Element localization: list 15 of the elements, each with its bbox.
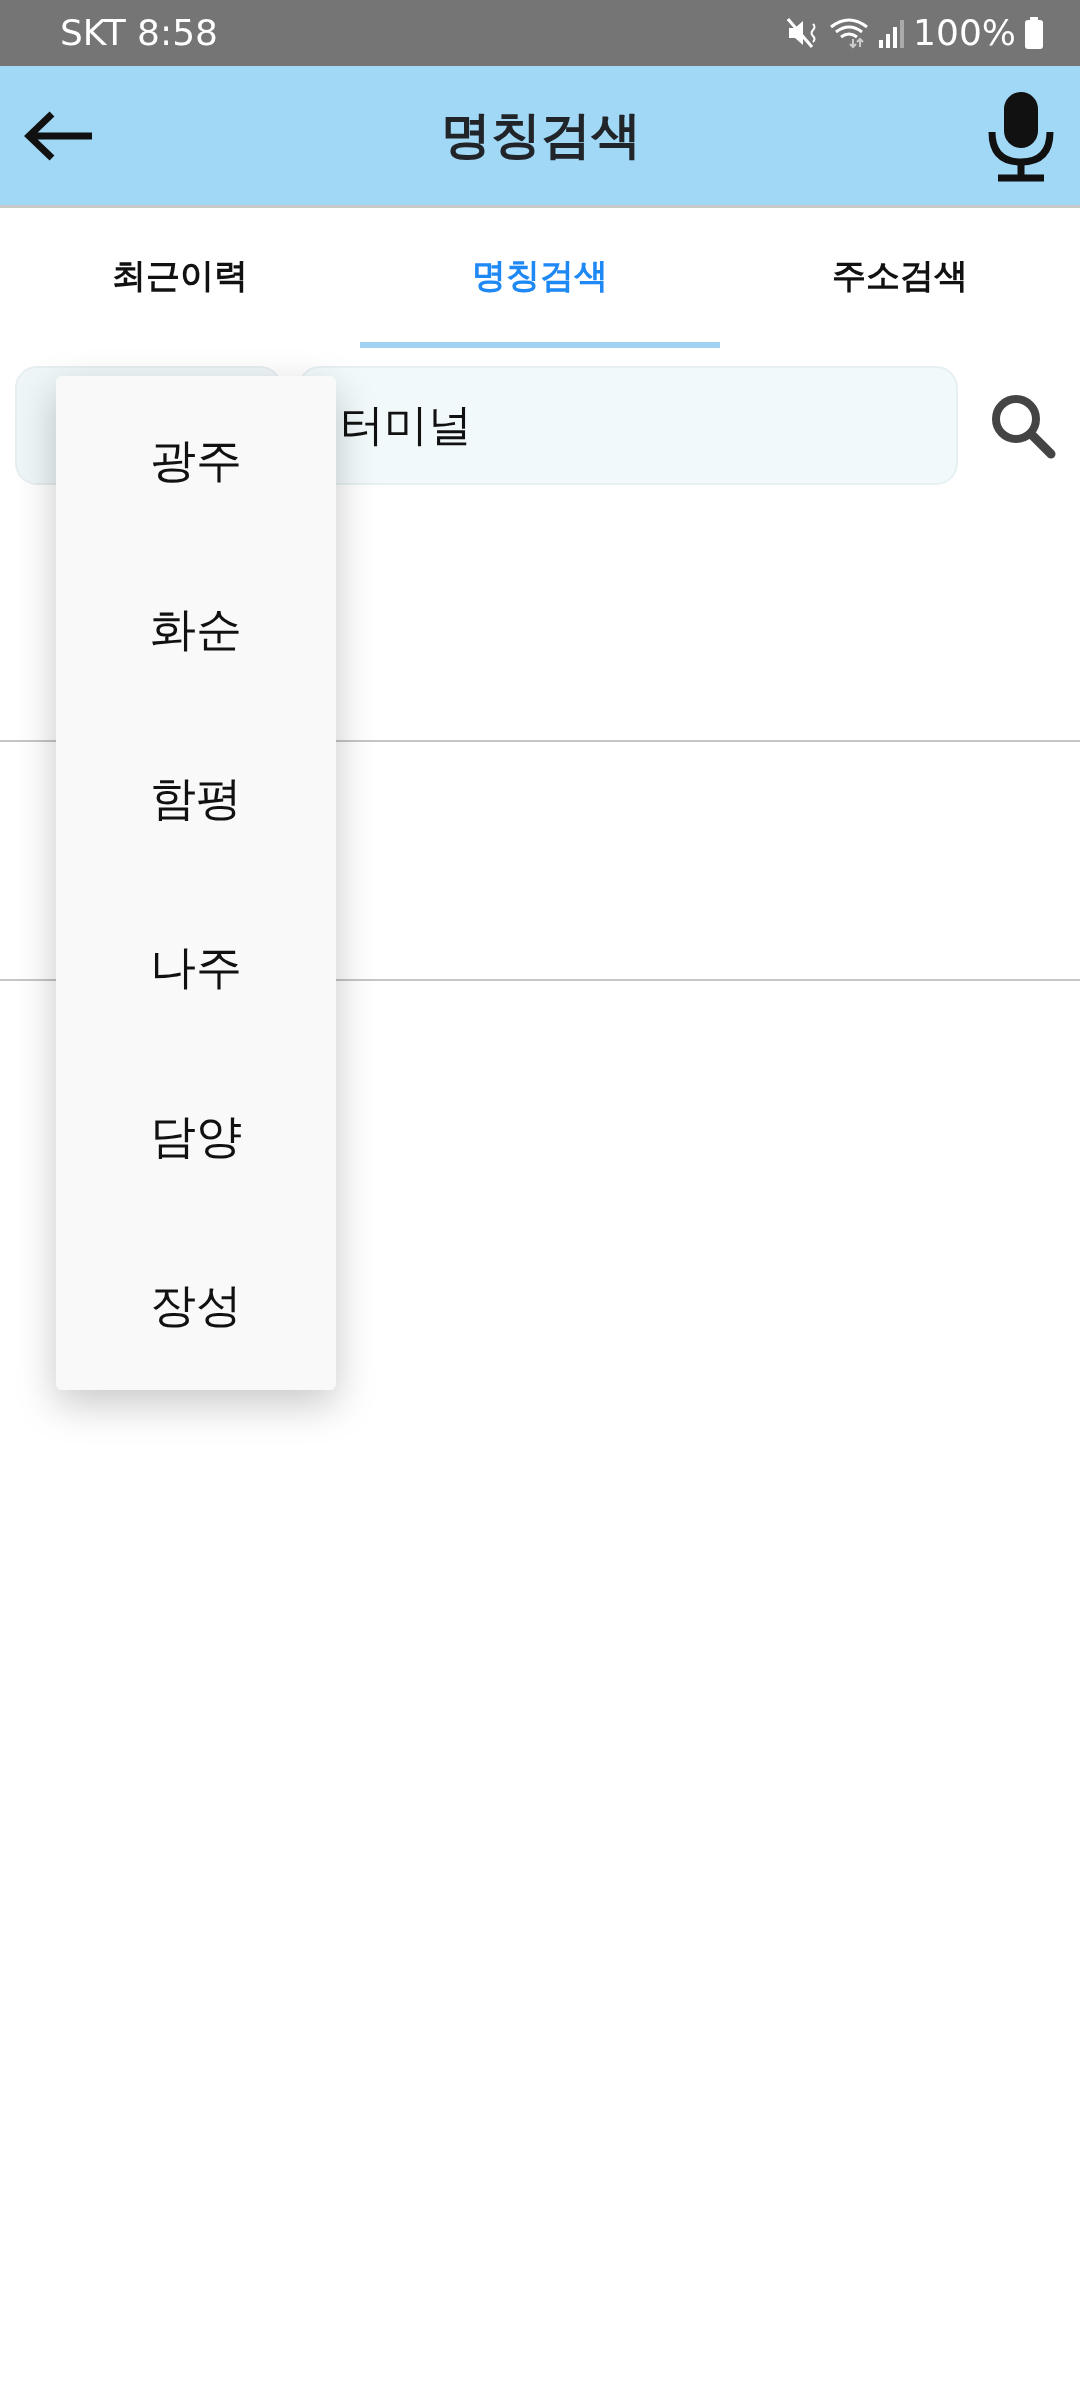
dropdown-item[interactable]: 담양 [56,1052,336,1221]
dropdown-item[interactable]: 화순 [56,545,336,714]
wifi-icon [829,17,870,49]
battery-icon [1024,17,1044,49]
dropdown-item[interactable]: 나주 [56,883,336,1052]
battery-percent: 100% [913,11,1016,55]
tab[interactable]: 주소검색 [720,208,1080,348]
tab[interactable]: 최근이력 [0,208,360,348]
signal-icon [877,18,906,48]
status-time: SKT 8:58 [60,11,218,55]
page-title: 명칭검색 [441,105,641,166]
dropdown-item[interactable]: 장성 [56,1221,336,1390]
tab[interactable]: 명칭검색 [360,208,720,348]
dropdown-item[interactable]: 함평 [56,714,336,883]
microphone-icon[interactable] [986,89,1056,182]
